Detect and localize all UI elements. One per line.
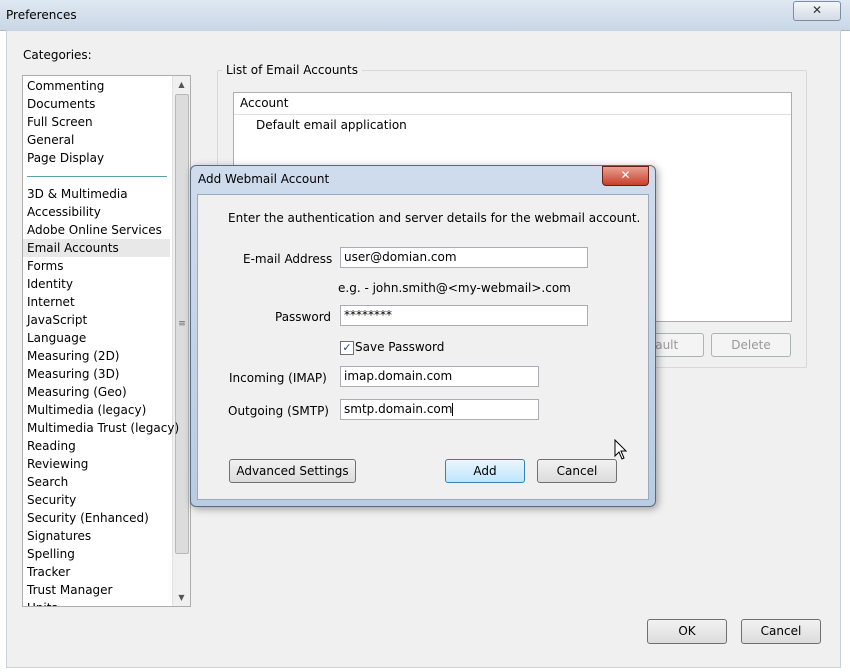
password-label: Password xyxy=(275,310,332,324)
accounts-column-header[interactable]: Account xyxy=(234,93,791,115)
category-item-measuring-3d[interactable]: Measuring (3D) xyxy=(27,365,120,383)
category-item-documents[interactable]: Documents xyxy=(27,95,95,113)
table-row[interactable]: Default email application xyxy=(256,118,407,132)
category-item-security-enhanced[interactable]: Security (Enhanced) xyxy=(27,509,149,527)
category-item-reading[interactable]: Reading xyxy=(27,437,76,455)
email-label: E-mail Address xyxy=(243,252,333,266)
mouse-pointer-icon xyxy=(614,439,628,460)
close-icon[interactable]: ✕ xyxy=(602,166,649,186)
cancel-button[interactable]: Cancel xyxy=(537,459,617,483)
preferences-title: Preferences xyxy=(6,8,77,22)
add-webmail-dialog: Add Webmail Account ✕ Enter the authenti… xyxy=(190,165,656,507)
category-item-page-display[interactable]: Page Display xyxy=(27,149,104,167)
email-hint: e.g. - john.smith@<my-webmail>.com xyxy=(338,281,571,295)
dialog-title: Add Webmail Account xyxy=(198,172,330,186)
category-item-reviewing[interactable]: Reviewing xyxy=(27,455,88,473)
scroll-up-icon[interactable]: ▲ xyxy=(173,76,190,93)
category-item-measuring-geo[interactable]: Measuring (Geo) xyxy=(27,383,127,401)
accounts-header-label: Account xyxy=(240,96,289,110)
category-item-language[interactable]: Language xyxy=(27,329,86,347)
outgoing-label: Outgoing (SMTP) xyxy=(228,404,329,418)
save-password-label[interactable]: Save Password xyxy=(355,340,444,354)
close-icon[interactable]: ✕ xyxy=(793,1,841,21)
categories-label: Categories: xyxy=(23,48,92,62)
category-item-signatures[interactable]: Signatures xyxy=(27,527,91,545)
text-caret xyxy=(452,403,454,416)
scroll-down-icon[interactable]: ▼ xyxy=(173,589,190,606)
password-field[interactable]: ******** xyxy=(340,305,588,326)
scroll-thumb[interactable]: ≡ xyxy=(175,94,189,554)
category-item-adobe-online-services[interactable]: Adobe Online Services xyxy=(27,221,162,239)
category-item-measuring-2d[interactable]: Measuring (2D) xyxy=(27,347,120,365)
cancel-button[interactable]: Cancel xyxy=(741,619,821,644)
category-item-internet[interactable]: Internet xyxy=(27,293,75,311)
category-item-identity[interactable]: Identity xyxy=(27,275,73,293)
category-item-3d-multimedia[interactable]: 3D & Multimedia xyxy=(27,185,128,203)
categories-list[interactable]: ▲ ≡ ▼ Commenting Documents Full Screen Gene… xyxy=(22,75,191,607)
category-item-email-accounts[interactable]: Email Accounts xyxy=(23,239,170,257)
email-field[interactable]: user@domian.com xyxy=(340,247,588,268)
incoming-label: Incoming (IMAP) xyxy=(229,371,327,385)
category-item-trust-manager[interactable]: Trust Manager xyxy=(27,581,112,599)
preferences-titlebar[interactable]: Preferences ✕ xyxy=(0,0,850,31)
email-accounts-group-label: List of Email Accounts xyxy=(222,63,362,77)
category-item-commenting[interactable]: Commenting xyxy=(27,77,104,95)
category-item-accessibility[interactable]: Accessibility xyxy=(27,203,101,221)
category-item-general[interactable]: General xyxy=(27,131,74,149)
category-item-security[interactable]: Security xyxy=(27,491,76,509)
grip-icon: ≡ xyxy=(178,319,186,329)
category-item-search[interactable]: Search xyxy=(27,473,68,491)
category-item-full-screen[interactable]: Full Screen xyxy=(27,113,93,131)
dialog-client-area: Enter the authentication and server deta… xyxy=(197,194,649,500)
add-button[interactable]: Add xyxy=(445,459,525,483)
dialog-instructions: Enter the authentication and server deta… xyxy=(228,211,641,225)
category-item-tracker[interactable]: Tracker xyxy=(27,563,70,581)
category-item-multimedia-trust-legacy[interactable]: Multimedia Trust (legacy) xyxy=(27,419,179,437)
category-item-javascript[interactable]: JavaScript xyxy=(27,311,87,329)
category-item-multimedia-legacy[interactable]: Multimedia (legacy) xyxy=(27,401,146,419)
advanced-settings-button[interactable]: Advanced Settings xyxy=(229,459,356,483)
category-item-spelling[interactable]: Spelling xyxy=(27,545,75,563)
incoming-server-field[interactable]: imap.domain.com xyxy=(340,366,539,387)
outgoing-server-field[interactable]: smtp.domain.com xyxy=(340,399,539,420)
outgoing-server-value: smtp.domain.com xyxy=(344,402,453,416)
delete-button[interactable]: Delete xyxy=(711,333,791,357)
category-item-units[interactable]: Units xyxy=(27,599,58,606)
ok-button[interactable]: OK xyxy=(647,619,727,644)
categories-scrollbar[interactable]: ▲ ≡ ▼ xyxy=(172,76,190,606)
save-password-checkbox[interactable]: ✓ xyxy=(340,341,354,355)
category-separator xyxy=(27,176,167,177)
category-item-forms[interactable]: Forms xyxy=(27,257,63,275)
